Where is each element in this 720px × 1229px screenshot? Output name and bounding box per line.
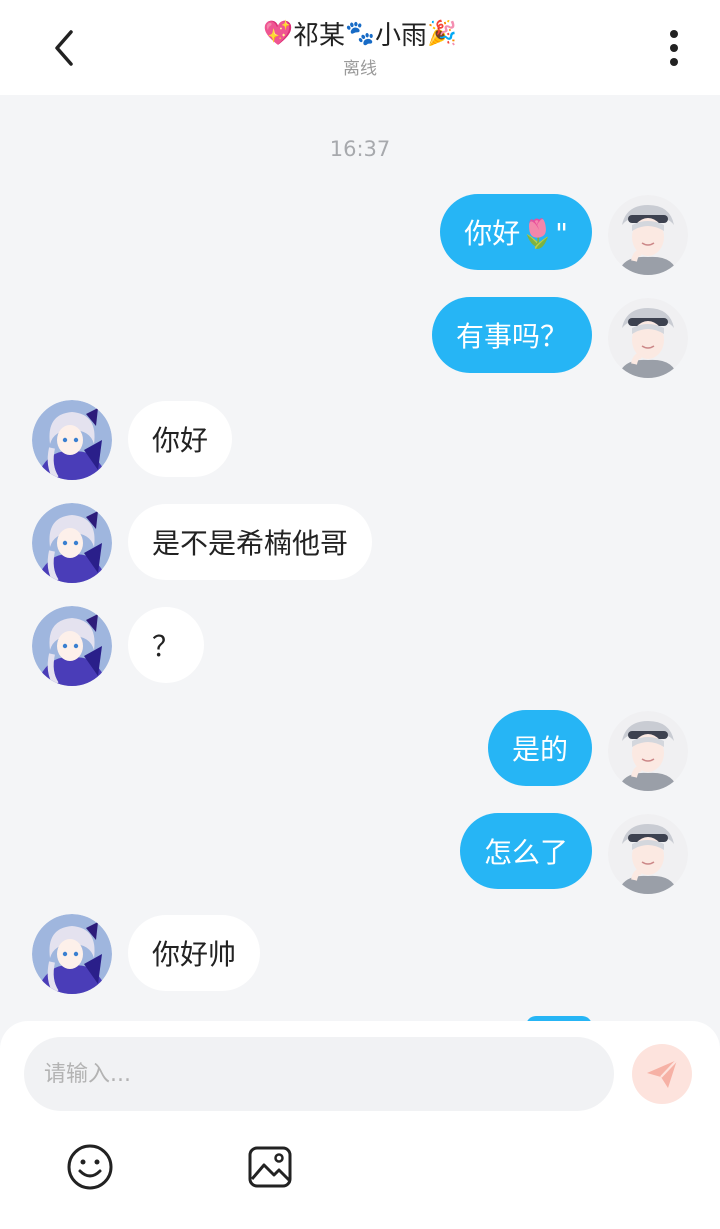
title-name-part1: 祁某 (293, 20, 346, 51)
chat-screen: 💖 祁某 🐾 小雨 🎉 离线 16:37 你好🌷" 有事吗？ 你好 是不是希楠他… (0, 0, 720, 1229)
emoji-button[interactable] (66, 1143, 114, 1191)
back-button[interactable] (40, 24, 88, 72)
image-icon (248, 1146, 292, 1188)
message-bubble-outgoing[interactable]: 有事吗？ (431, 297, 592, 373)
message-bubble-incoming[interactable]: 你好 (128, 401, 233, 477)
title-name-part2: 小雨 (374, 20, 427, 51)
more-vertical-icon (670, 30, 678, 66)
send-icon (647, 1059, 678, 1088)
message-list[interactable]: 16:37 你好🌷" 有事吗？ 你好 是不是希楠他哥 ？ 是的 怎么了 你好帅 (0, 95, 720, 1025)
message-bubble-outgoing[interactable]: 怎么了 (459, 813, 592, 889)
my-avatar[interactable] (608, 298, 688, 378)
girl-avatar-icon (32, 606, 112, 686)
top-bar: 💖 祁某 🐾 小雨 🎉 离线 (0, 0, 720, 95)
girl-avatar-icon (32, 914, 112, 994)
message-bubble-outgoing[interactable]: 你好🌷" (440, 194, 592, 270)
contact-avatar[interactable] (32, 503, 112, 583)
message-bubble-incoming[interactable]: 是不是希楠他哥 (128, 504, 373, 580)
contact-avatar[interactable] (32, 400, 112, 480)
girl-avatar-icon (32, 400, 112, 480)
boy-avatar-icon (608, 298, 688, 378)
message-bubble-outgoing[interactable]: 是的 (487, 710, 592, 786)
my-avatar[interactable] (608, 711, 688, 791)
chevron-left-icon (55, 30, 73, 66)
chat-title-block: 💖 祁某 🐾 小雨 🎉 离线 (160, 14, 560, 80)
girl-avatar-icon (32, 503, 112, 583)
send-button[interactable] (632, 1044, 692, 1104)
contact-avatar[interactable] (32, 606, 112, 686)
smiley-icon (67, 1144, 113, 1190)
message-timestamp: 16:37 (329, 137, 391, 161)
boy-avatar-icon (608, 711, 688, 791)
heart-emoji-icon: 💖 (263, 19, 294, 47)
party-emoji-icon: 🎉 (426, 19, 457, 47)
message-input[interactable] (24, 1037, 614, 1111)
online-status: 离线 (343, 59, 377, 79)
my-avatar[interactable] (608, 195, 688, 275)
boy-avatar-icon (608, 814, 688, 894)
contact-avatar[interactable] (32, 914, 112, 994)
my-avatar[interactable] (608, 814, 688, 894)
image-button[interactable] (246, 1143, 294, 1191)
chat-title: 💖 祁某 🐾 小雨 🎉 (160, 14, 560, 52)
boy-avatar-icon (608, 195, 688, 275)
more-options-button[interactable] (654, 28, 694, 68)
message-bubble-incoming[interactable]: 你好帅 (128, 915, 261, 991)
paw-emoji-icon: 🐾 (345, 19, 375, 47)
message-bubble-incoming[interactable]: ？ (128, 607, 205, 683)
message-composer (0, 1021, 720, 1229)
